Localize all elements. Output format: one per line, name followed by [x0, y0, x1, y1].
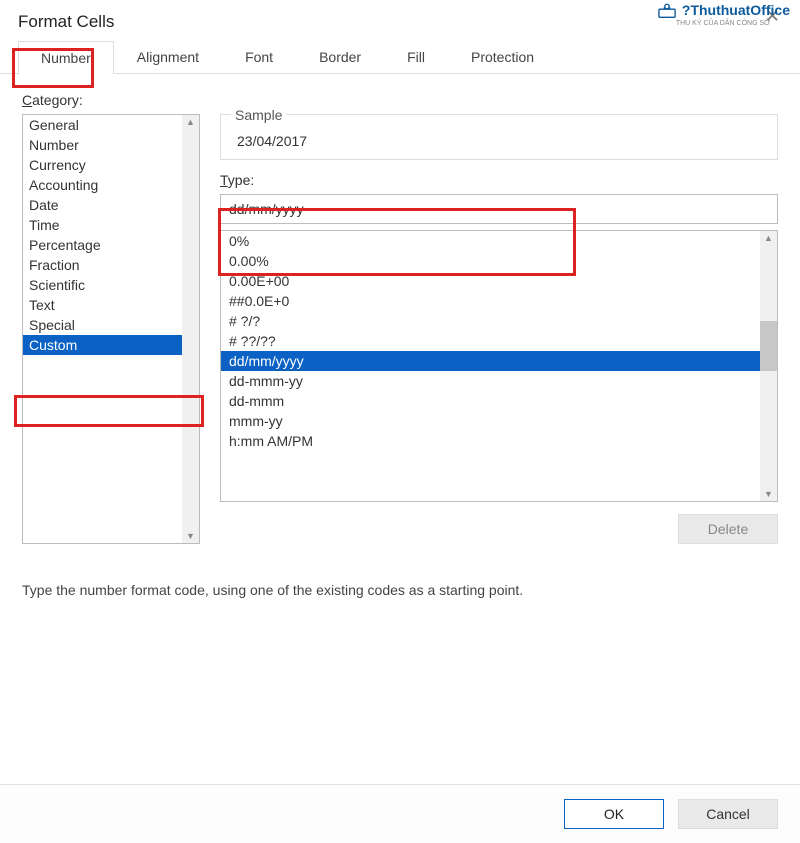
- format-scrollbar[interactable]: [760, 231, 777, 501]
- sample-label: Sample: [231, 107, 286, 123]
- format-item[interactable]: mmm-yy: [221, 411, 760, 431]
- category-item[interactable]: Text: [23, 295, 182, 315]
- delete-row: Delete: [220, 514, 778, 544]
- tab-protection[interactable]: Protection: [448, 40, 557, 73]
- category-item[interactable]: Date: [23, 195, 182, 215]
- right-panel: Sample 23/04/2017 Type: 0%0.00%0.00E+00#…: [220, 114, 778, 544]
- watermark: ?ThuthuatOffice THU KÝ CỦA DÂN CÔNG SỞ: [656, 2, 790, 27]
- type-label: Type:: [220, 172, 778, 188]
- format-item[interactable]: 0%: [221, 231, 760, 251]
- format-scroll-thumb[interactable]: [760, 321, 777, 371]
- type-input[interactable]: [220, 194, 778, 224]
- category-item[interactable]: General: [23, 115, 182, 135]
- columns: GeneralNumberCurrencyAccountingDateTimeP…: [22, 114, 778, 544]
- category-listbox[interactable]: GeneralNumberCurrencyAccountingDateTimeP…: [22, 114, 200, 544]
- tab-alignment[interactable]: Alignment: [114, 40, 222, 73]
- delete-button[interactable]: Delete: [678, 514, 778, 544]
- format-item[interactable]: # ?/?: [221, 311, 760, 331]
- format-item[interactable]: 0.00%: [221, 251, 760, 271]
- tab-fill[interactable]: Fill: [384, 40, 448, 73]
- category-item[interactable]: Fraction: [23, 255, 182, 275]
- category-item[interactable]: Accounting: [23, 175, 182, 195]
- format-cells-dialog: Format Cells ✕ ?ThuthuatOffice THU KÝ CỦ…: [0, 0, 800, 843]
- format-item[interactable]: dd-mmm: [221, 391, 760, 411]
- format-item[interactable]: dd/mm/yyyy: [221, 351, 760, 371]
- format-item[interactable]: ##0.0E+0: [221, 291, 760, 311]
- category-item[interactable]: Percentage: [23, 235, 182, 255]
- ok-button[interactable]: OK: [564, 799, 664, 829]
- category-label: Category:: [22, 92, 778, 108]
- tab-border[interactable]: Border: [296, 40, 384, 73]
- dialog-footer: OK Cancel: [0, 784, 800, 843]
- tab-bar: NumberAlignmentFontBorderFillProtection: [0, 40, 800, 74]
- format-item[interactable]: h:mm AM/PM: [221, 431, 760, 451]
- category-item[interactable]: Currency: [23, 155, 182, 175]
- cancel-button[interactable]: Cancel: [678, 799, 778, 829]
- tab-font[interactable]: Font: [222, 40, 296, 73]
- format-item[interactable]: # ??/??: [221, 331, 760, 351]
- category-scrollbar[interactable]: [182, 115, 199, 543]
- category-item[interactable]: Number: [23, 135, 182, 155]
- help-text: Type the number format code, using one o…: [0, 582, 800, 598]
- dialog-body: Category: GeneralNumberCurrencyAccountin…: [0, 74, 800, 554]
- watermark-text: ?ThuthuatOffice: [682, 2, 790, 18]
- format-item[interactable]: dd-mmm-yy: [221, 371, 760, 391]
- watermark-tagline: THU KÝ CỦA DÂN CÔNG SỞ: [656, 20, 790, 27]
- format-listbox[interactable]: 0%0.00%0.00E+00##0.0E+0# ?/?# ??/??dd/mm…: [220, 230, 778, 502]
- category-item[interactable]: Special: [23, 315, 182, 335]
- format-item[interactable]: 0.00E+00: [221, 271, 760, 291]
- sample-value: 23/04/2017: [231, 133, 767, 149]
- category-item[interactable]: Custom: [23, 335, 182, 355]
- tab-number[interactable]: Number: [18, 41, 114, 74]
- category-item[interactable]: Time: [23, 215, 182, 235]
- category-item[interactable]: Scientific: [23, 275, 182, 295]
- sample-group: Sample 23/04/2017: [220, 114, 778, 160]
- watermark-icon: [656, 2, 678, 20]
